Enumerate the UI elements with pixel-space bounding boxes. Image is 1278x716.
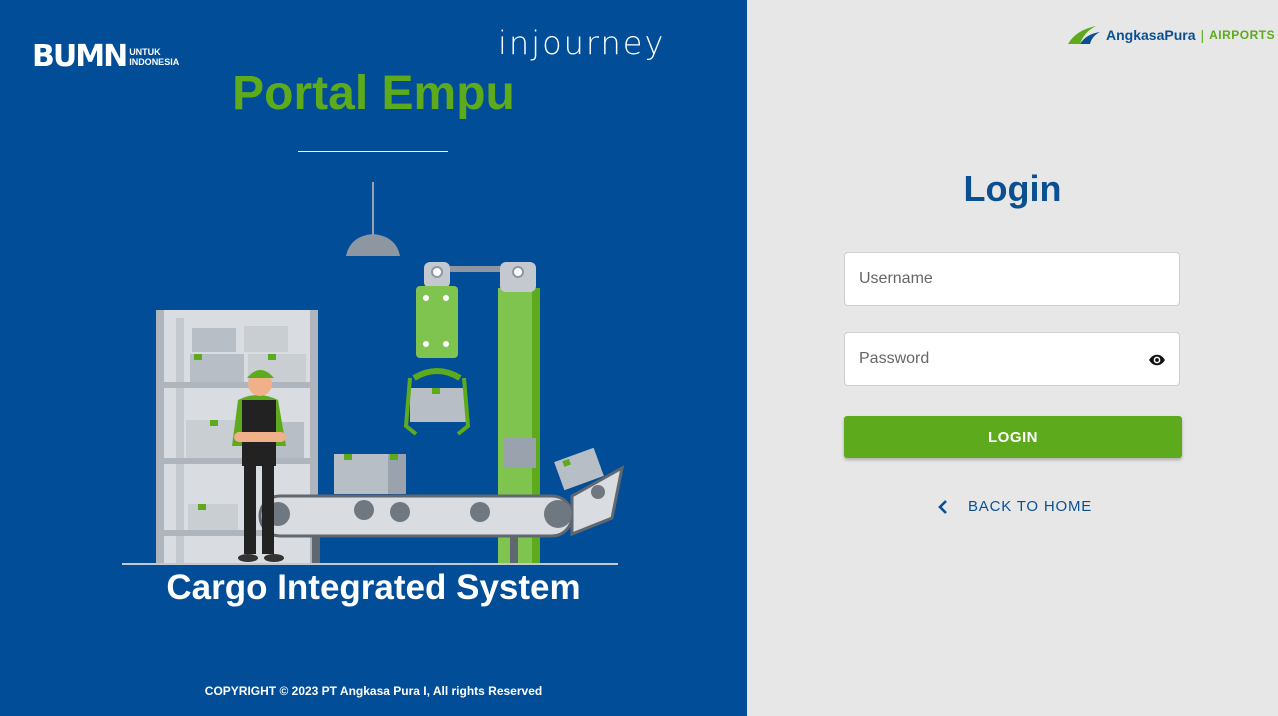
angkasa-pura-logo: AngkasaPura | AIRPORTS xyxy=(1066,24,1275,46)
chevron-left-icon xyxy=(938,499,947,514)
title-divider xyxy=(298,151,448,152)
bumn-logo-line1: UNTUK xyxy=(129,47,161,57)
username-input[interactable] xyxy=(845,253,1179,305)
password-field-box xyxy=(844,332,1180,386)
back-to-home-label: BACK TO HOME xyxy=(968,498,1093,515)
password-input[interactable] xyxy=(845,333,1179,385)
injourney-logo: injourney xyxy=(498,24,666,62)
username-field-box xyxy=(844,252,1180,306)
eye-icon[interactable] xyxy=(1148,351,1166,369)
copyright-text: COPYRIGHT © 2023 PT Angkasa Pura I, All … xyxy=(204,684,543,698)
angkasa-pura-wing-icon xyxy=(1068,26,1100,44)
airports-label: AIRPORTS xyxy=(1209,28,1276,42)
page-title: Portal Empu xyxy=(232,67,515,120)
angkasa-pura-name: AngkasaPura xyxy=(1106,27,1196,43)
logo-separator: | xyxy=(1200,27,1205,43)
login-button[interactable]: LOGIN xyxy=(844,416,1182,458)
left-panel: BUMN UNTUK INDONESIA injourney Portal Em… xyxy=(0,0,747,716)
page-subtitle: Cargo Integrated System xyxy=(166,568,581,607)
cargo-illustration xyxy=(122,182,625,565)
back-to-home-link[interactable]: BACK TO HOME xyxy=(936,498,1092,515)
login-heading: Login xyxy=(963,168,1062,209)
